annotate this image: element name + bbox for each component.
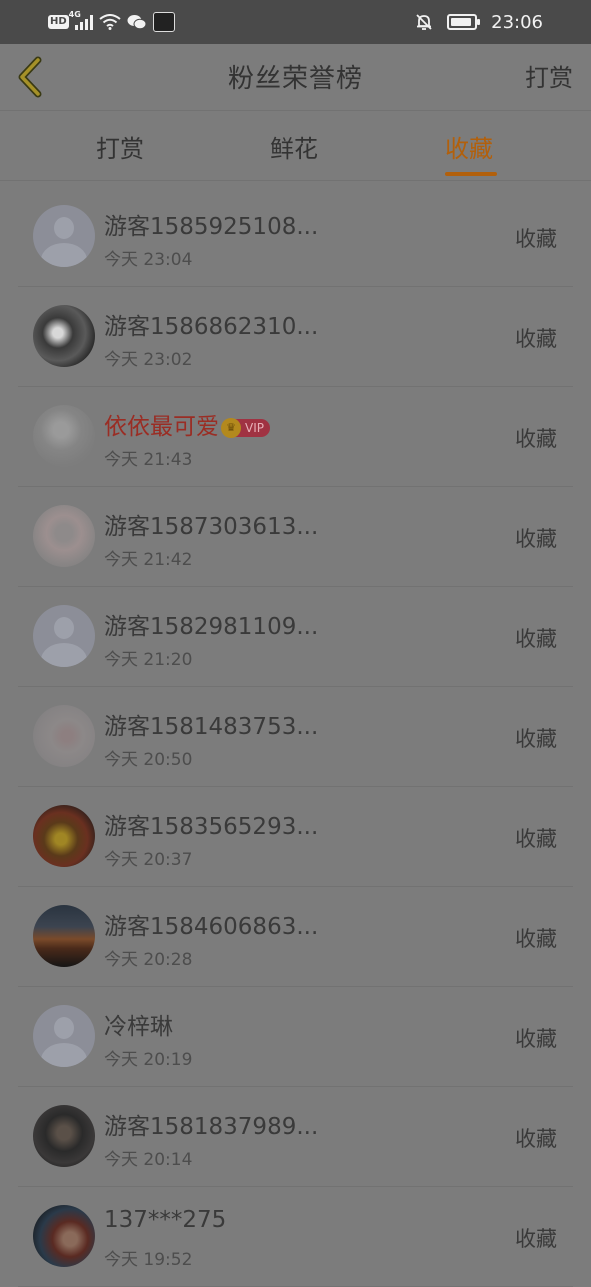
avatar [33,1105,95,1167]
list-item[interactable]: 依依最可爱 ♛ VIP 今天 21:43 收藏 [18,387,573,487]
list-item[interactable]: 游客1583565293... 今天 20:37 收藏 [18,787,573,887]
tab-reward[interactable]: 打赏 [96,129,144,164]
user-name: 游客1581837989... [104,1114,319,1140]
timestamp: 今天 20:50 [104,750,193,770]
list-item[interactable]: 游客1586862310... 今天 23:02 收藏 [18,287,573,387]
network-type: 4G [68,10,81,19]
action-label: 收藏 [515,927,557,951]
list-item[interactable]: 游客1585925108... 今天 23:04 收藏 [18,187,573,287]
action-label: 收藏 [515,1127,557,1151]
user-name: 冷梓琳 [104,1014,173,1040]
wechat-icon [127,15,147,30]
action-label: 收藏 [515,827,557,851]
user-name: 游客1586862310... [104,314,319,340]
timestamp: 今天 20:28 [104,950,193,970]
app-notification-icon [152,12,175,32]
bell-off-icon [416,14,432,30]
default-avatar-icon [33,205,95,267]
vip-badge: ♛ VIP [221,417,270,438]
user-name: 游客1581483753... [104,714,319,740]
timestamp: 今天 21:43 [104,450,193,470]
action-label: 收藏 [515,327,557,351]
avatar [33,705,95,767]
top-nav: 粉丝荣誉榜 打赏 [0,44,591,111]
tab-bar: 打赏 鲜花 收藏 [0,111,591,181]
avatar [33,305,95,367]
list-item[interactable]: 137***275 今天 19:52 收藏 [18,1187,573,1287]
wifi-icon [99,14,121,30]
page-title: 粉丝荣誉榜 [227,64,363,94]
tab-flowers[interactable]: 鲜花 [270,129,318,164]
avatar [33,505,95,567]
signal-icon: 4G [69,10,93,30]
crown-icon: ♛ [221,417,241,438]
list-item[interactable]: 冷梓琳 今天 20:19 收藏 [18,987,573,1087]
avatar [33,405,95,467]
user-name: 137***275 [104,1207,227,1233]
status-right: 23:06 [415,10,543,34]
timestamp: 今天 20:14 [104,1150,193,1170]
timestamp: 今天 23:04 [104,250,193,270]
action-label: 收藏 [515,627,557,651]
reward-button[interactable]: 打赏 [525,58,573,93]
status-time: 23:06 [491,11,543,33]
default-avatar-icon [33,605,95,667]
hd-badge: HD [48,15,69,29]
timestamp: 今天 20:19 [104,1050,193,1070]
user-name: 游客1583565293... [104,814,319,840]
timestamp: 今天 19:52 [104,1250,193,1270]
timestamp: 今天 21:20 [104,650,193,670]
default-avatar-icon [33,1005,95,1067]
avatar [33,805,95,867]
timestamp: 今天 23:02 [104,350,193,370]
user-name: 游客1587303613... [104,514,319,540]
user-name: 游客1584606863... [104,914,319,940]
action-label: 收藏 [515,1027,557,1051]
user-name-vip: 依依最可爱 ♛ VIP [104,407,270,441]
fan-list: 游客1585925108... 今天 23:04 收藏 游客1586862310… [0,187,591,1287]
action-label: 收藏 [515,1227,557,1251]
action-label: 收藏 [515,527,557,551]
action-label: 收藏 [515,427,557,451]
action-label: 收藏 [515,727,557,751]
list-item[interactable]: 游客1587303613... 今天 21:42 收藏 [18,487,573,587]
action-label: 收藏 [515,227,557,251]
list-item[interactable]: 游客1582981109... 今天 21:20 收藏 [18,587,573,687]
status-bar: HD 4G 23:06 [0,0,591,44]
tab-favorites[interactable]: 收藏 [445,129,493,164]
avatar [33,1205,95,1267]
battery-icon [447,14,481,30]
status-left: HD 4G [48,10,175,34]
list-item[interactable]: 游客1581837989... 今天 20:14 收藏 [18,1087,573,1187]
user-name: 游客1582981109... [104,614,319,640]
avatar [33,905,95,967]
timestamp: 今天 21:42 [104,550,193,570]
active-tab-indicator [445,172,497,176]
user-name: 游客1585925108... [104,214,319,240]
list-item[interactable]: 游客1584606863... 今天 20:28 收藏 [18,887,573,987]
list-item[interactable]: 游客1581483753... 今天 20:50 收藏 [18,687,573,787]
user-name: 依依最可爱 [104,414,219,440]
timestamp: 今天 20:37 [104,850,193,870]
